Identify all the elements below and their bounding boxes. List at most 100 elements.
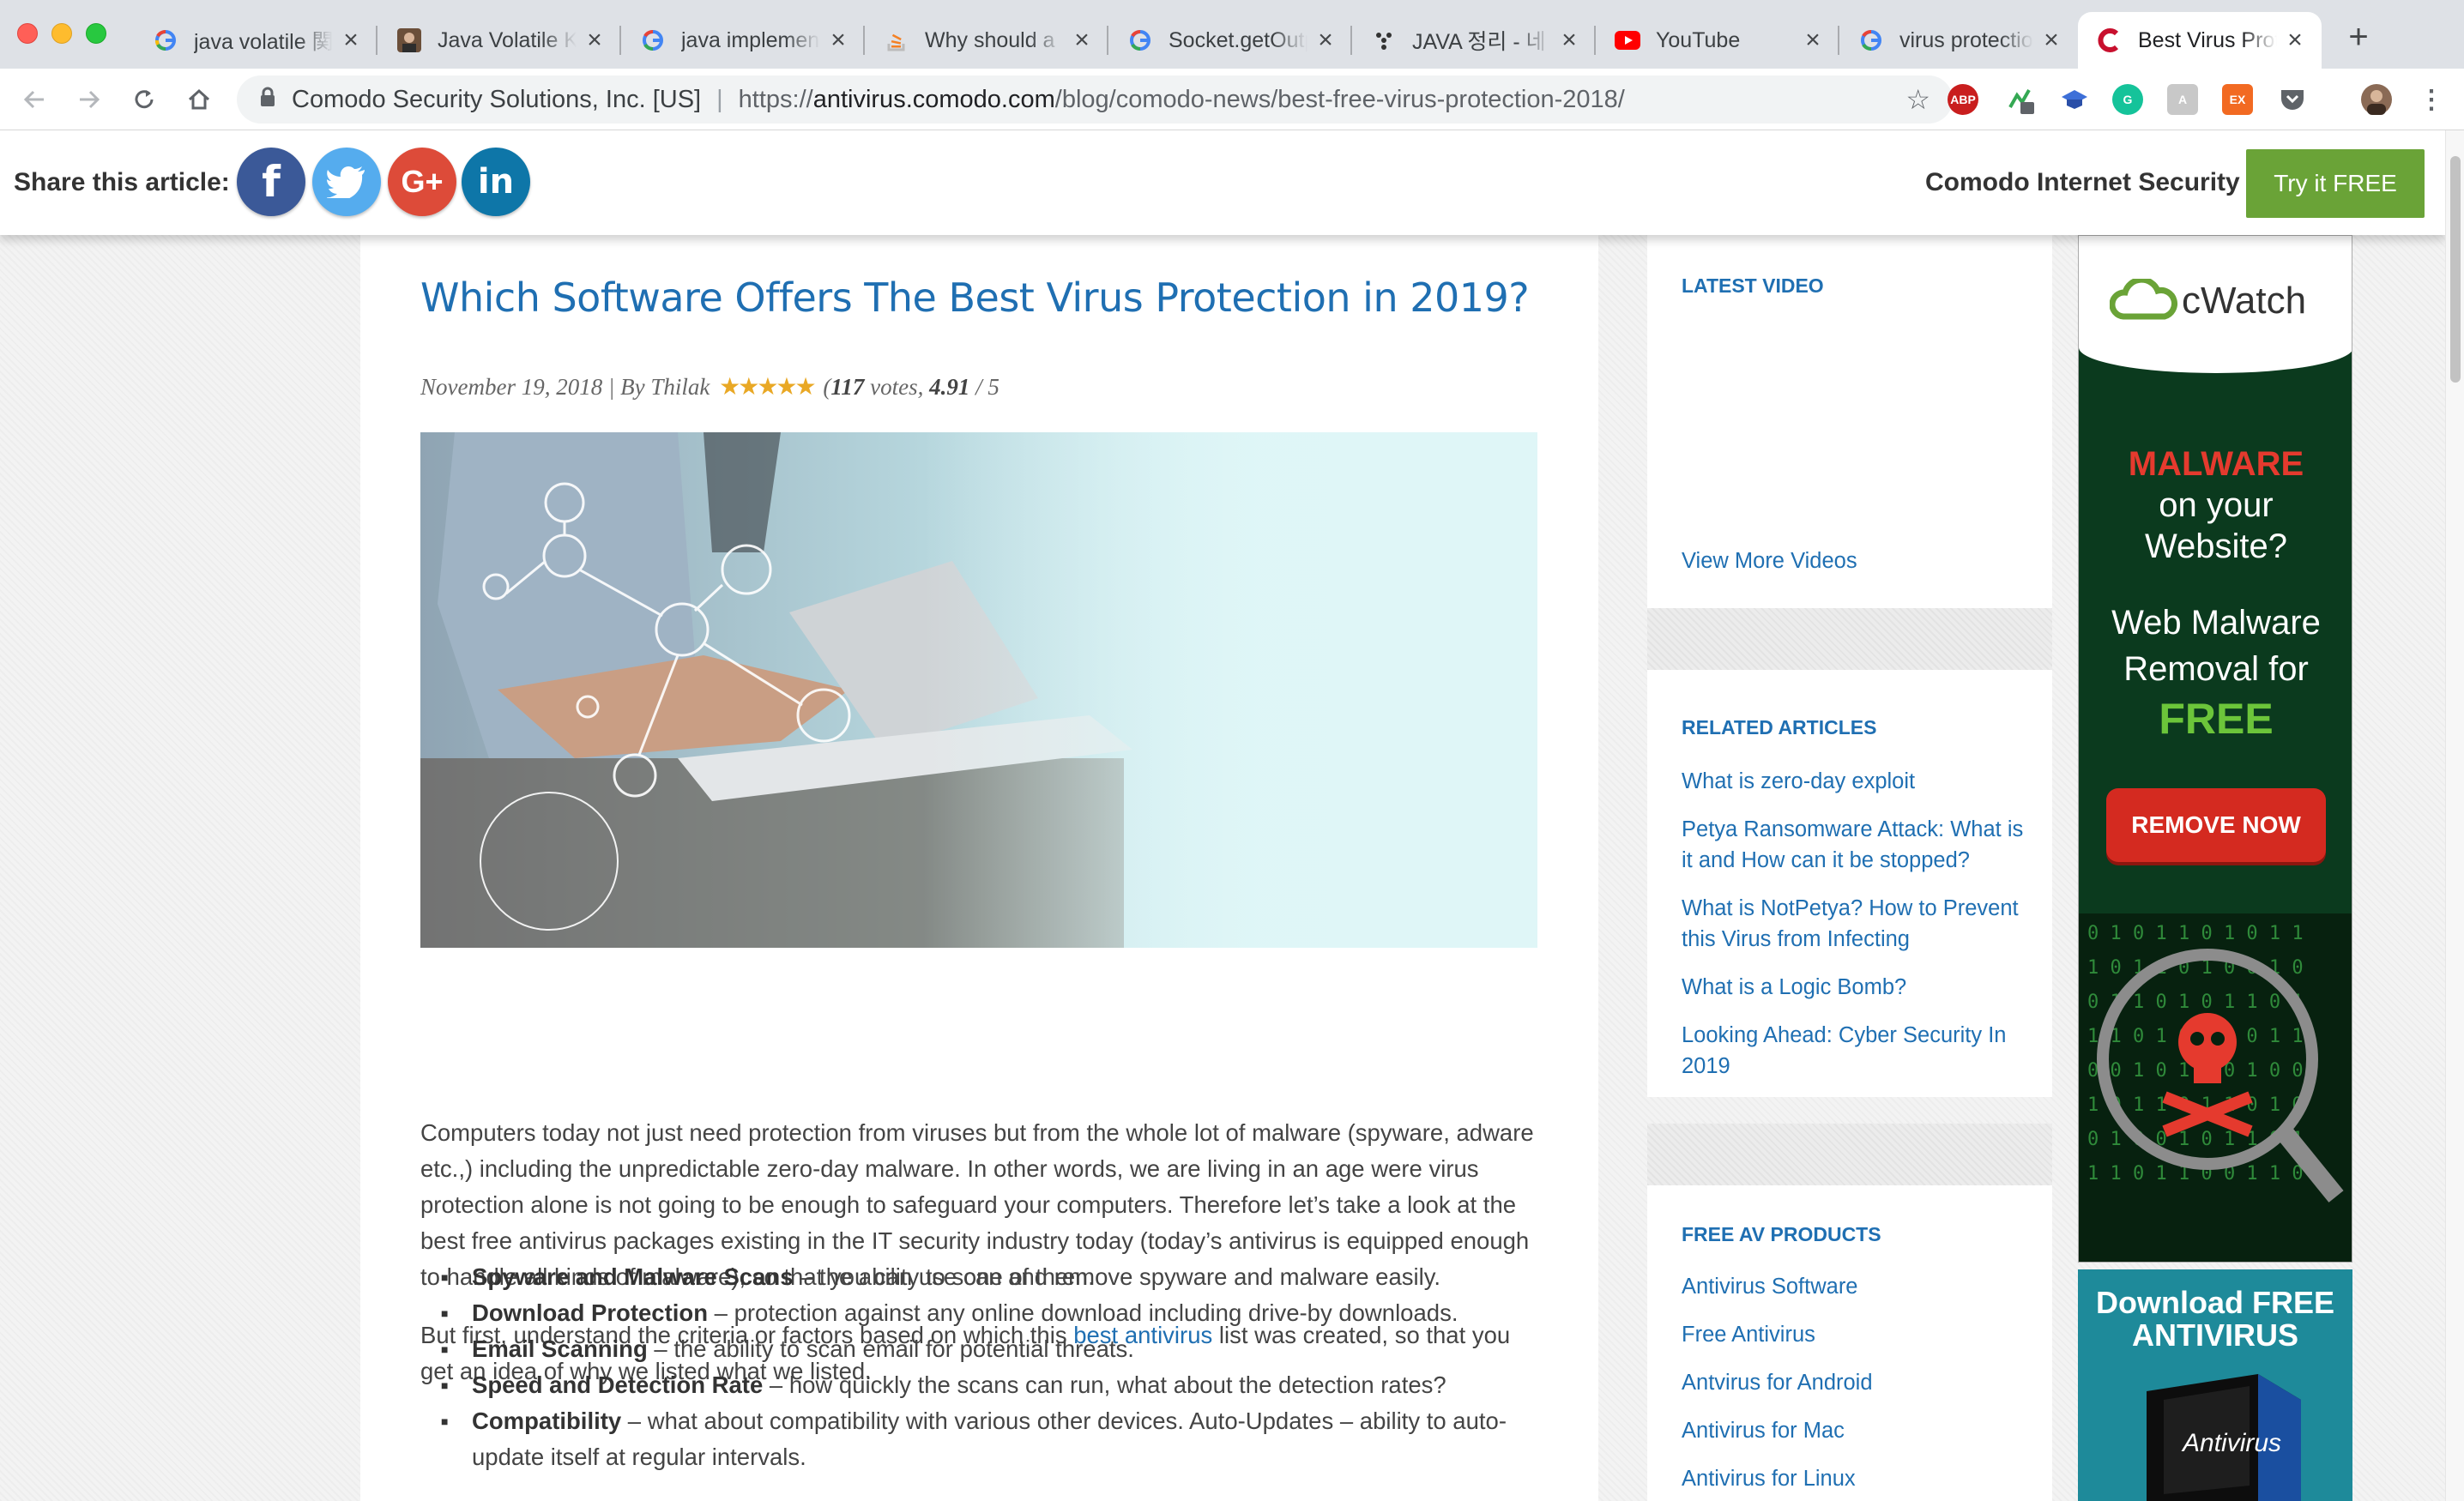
tab-title: java implements: [681, 27, 820, 52]
skull-magnifier-icon: 0 1 0 1 1 0 1 0 1 11 0 1 1 0 1 0 0 1 0 0…: [2079, 913, 2352, 1262]
free-av-link[interactable]: Antvirus for Android: [1682, 1367, 2033, 1398]
svg-text:0 1 0 1 1 0 1 0 1 1: 0 1 0 1 1 0 1 0 1 1: [2087, 923, 2304, 944]
related-articles-heading: RELATED ARTICLES: [1682, 716, 1877, 738]
criteria-list: Spyware and Malware Scans – the ability …: [441, 1259, 1544, 1475]
adblock-plus-icon[interactable]: ABP: [1948, 84, 1978, 115]
latest-video-widget: LATEST VIDEO View More Videos: [1647, 235, 2052, 608]
profile-avatar[interactable]: [2361, 84, 2392, 115]
tab-title: Why should a: [925, 27, 1055, 52]
try-it-free-button[interactable]: Try it FREE: [2246, 149, 2425, 218]
date-author: November 19, 2018 | By Thilak: [420, 374, 710, 400]
tab-title: Java Volatile Keyword: [438, 27, 577, 52]
extension-badge-icon[interactable]: [2004, 84, 2035, 115]
tab-title: JAVA 정리 - 네: [1412, 30, 1546, 54]
list-item: Download Protection – protection against…: [441, 1295, 1544, 1331]
close-tab-icon[interactable]: ×: [2038, 26, 2064, 55]
close-tab-icon[interactable]: ×: [1556, 26, 1582, 55]
certificate-owner[interactable]: Comodo Security Solutions, Inc. [US]: [292, 86, 701, 114]
graduation-cap-icon[interactable]: [2059, 84, 2090, 115]
rating-stars-icon[interactable]: ★★★★★: [719, 374, 817, 401]
related-article-link[interactable]: What is zero-day exploit: [1682, 766, 2033, 797]
free-av-link[interactable]: Antivirus Software: [1682, 1271, 2033, 1302]
ad-line-1: MALWARE: [2128, 445, 2304, 483]
latest-video-heading: LATEST VIDEO: [1682, 274, 1824, 297]
google-icon: [640, 27, 666, 53]
tab-java-jeongri[interactable]: JAVA 정리 - 네 ×: [1352, 12, 1596, 69]
browser-menu-icon[interactable]: ⋮: [2416, 84, 2447, 115]
lock-icon[interactable]: [259, 86, 276, 114]
sidebar-divider: [1647, 608, 2052, 670]
google-plus-share-icon[interactable]: G+: [388, 148, 456, 216]
close-tab-icon[interactable]: ×: [582, 26, 607, 55]
free-av-link[interactable]: Free Antivirus: [1682, 1319, 2033, 1350]
ad-line-4: FREE: [2159, 695, 2274, 743]
close-tab-icon[interactable]: ×: [338, 26, 364, 55]
bookmark-star-icon[interactable]: ☆: [1905, 86, 1930, 113]
free-av-heading: FREE AV PRODUCTS: [1682, 1223, 1881, 1245]
remove-now-button[interactable]: REMOVE NOW: [2106, 788, 2326, 862]
tab-socket-getoutputstream[interactable]: Socket.getOutputStream ×: [1108, 12, 1352, 69]
close-window-button[interactable]: [17, 23, 38, 44]
malware-scans-link[interactable]: Malware Scans: [624, 1263, 793, 1290]
list-item: Email Scanning – the ability to scan ema…: [441, 1331, 1544, 1367]
cloud-logo-icon: [2110, 279, 2177, 320]
tab-title: java volatile 関: [194, 30, 333, 54]
download-antivirus-ad[interactable]: Download FREE ANTIVIRUS Antivirus: [2078, 1269, 2352, 1501]
close-tab-icon[interactable]: ×: [825, 26, 851, 55]
close-tab-icon[interactable]: ×: [1800, 26, 1826, 55]
zoom-window-button[interactable]: [86, 23, 106, 44]
twitter-share-icon[interactable]: [312, 148, 381, 216]
related-article-link[interactable]: Petya Ransomware Attack: What is it and …: [1682, 814, 2033, 876]
url-path: /blog/comodo-news/best-free-virus-protec…: [1054, 85, 1625, 113]
close-tab-icon[interactable]: ×: [1313, 26, 1338, 55]
product-name: Comodo Internet Security: [1925, 168, 2240, 196]
facebook-share-icon[interactable]: f: [237, 148, 305, 216]
related-article-link[interactable]: What is NotPetya? How to Prevent this Vi…: [1682, 893, 2033, 955]
tab-java-implements[interactable]: java implements ×: [621, 12, 865, 69]
address-bar[interactable]: Comodo Security Solutions, Inc. [US] | h…: [237, 75, 1953, 124]
share-bar: Share this article: f G+ in Comodo Inter…: [0, 130, 2445, 235]
tab-youtube[interactable]: YouTube ×: [1596, 12, 1839, 69]
free-av-link[interactable]: Antivirus for Mac: [1682, 1415, 2033, 1446]
google-icon: [1127, 27, 1153, 53]
svg-text:Antivirus: Antivirus: [2181, 1429, 2281, 1457]
scrollbar-thumb[interactable]: [2450, 156, 2461, 383]
ex-icon[interactable]: EX: [2222, 84, 2253, 115]
cwatch-ad-banner[interactable]: cWatch MALWARE on your Website? Web Malw…: [2078, 235, 2352, 1263]
page-scrollbar[interactable]: [2445, 130, 2464, 1501]
tab-best-virus-protection[interactable]: Best Virus Protection ×: [2078, 12, 2322, 69]
url-protocol: https://: [738, 85, 813, 113]
tab-why-should-a[interactable]: Why should a ×: [865, 12, 1108, 69]
list-item: Compatibility – what about compatibility…: [441, 1403, 1544, 1475]
ad2-heading: Download FREE ANTIVIRUS: [2096, 1285, 2334, 1353]
tab-java-volatile[interactable]: java volatile 関 ×: [134, 12, 377, 69]
free-av-link[interactable]: Antivirus for Linux: [1682, 1463, 2033, 1494]
linkedin-share-icon[interactable]: in: [462, 148, 530, 216]
google-icon: [1858, 27, 1884, 53]
new-tab-button[interactable]: +: [2339, 17, 2378, 57]
address-divider: |: [716, 85, 723, 113]
tab-java-volatile-keyword[interactable]: Java Volatile Keyword ×: [377, 12, 621, 69]
close-tab-icon[interactable]: ×: [2282, 26, 2308, 55]
stackoverflow-icon: [884, 27, 909, 53]
related-article-link[interactable]: Looking Ahead: Cyber Security In 2019: [1682, 1020, 2033, 1082]
article-title: Which Software Offers The Best Virus Pro…: [420, 274, 1530, 321]
grammarly-icon[interactable]: G: [2112, 84, 2143, 115]
web-page: Share this article: f G+ in Comodo Inter…: [0, 130, 2445, 1501]
google-icon: [153, 27, 178, 53]
browser-toolbar: Comodo Security Solutions, Inc. [US] | h…: [0, 69, 2464, 130]
tab-virus-protection[interactable]: virus protection ×: [1839, 12, 2078, 69]
close-tab-icon[interactable]: ×: [1069, 26, 1095, 55]
home-button[interactable]: [180, 81, 218, 118]
back-button[interactable]: [15, 81, 53, 118]
ad-line-3: Web Malware Removal for: [2111, 604, 2321, 688]
minimize-window-button[interactable]: [51, 23, 72, 44]
list-item: Spyware and Malware Scans – the ability …: [441, 1259, 1544, 1295]
view-more-videos-link[interactable]: View More Videos: [1682, 546, 1857, 576]
related-article-link[interactable]: What is a Logic Bomb?: [1682, 972, 2033, 1003]
forward-button[interactable]: [70, 81, 108, 118]
reload-button[interactable]: [125, 81, 163, 118]
pocket-icon[interactable]: [2277, 84, 2308, 115]
free-av-products-widget: FREE AV PRODUCTS Antivirus Software Free…: [1647, 1185, 2052, 1501]
translate-icon[interactable]: A: [2167, 84, 2198, 115]
